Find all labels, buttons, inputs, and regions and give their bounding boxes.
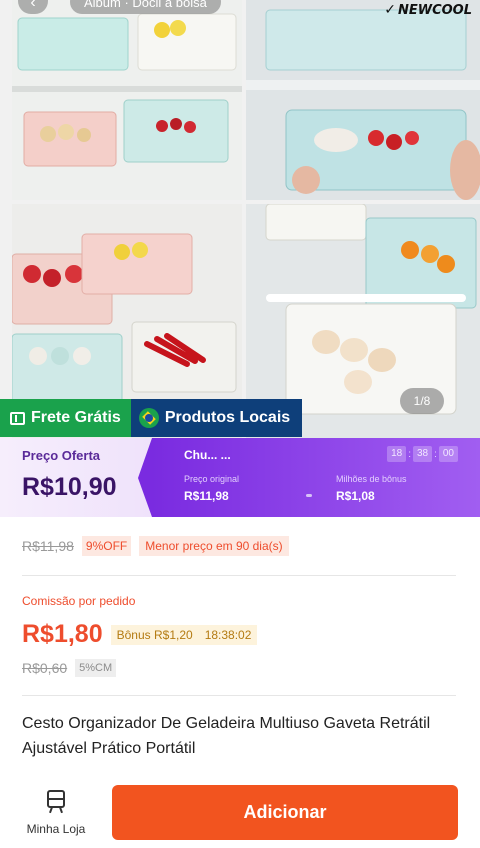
bonus-block: Milhões de bônus R$1,08 xyxy=(336,474,458,503)
bonus-caption: Milhões de bônus xyxy=(336,474,407,484)
discount-tag: 9%OFF xyxy=(81,536,132,556)
product-image-gallery[interactable]: ‹ Álbum · Dócil à bolsa ✓ NEWCOOL 1/8 xyxy=(0,0,480,438)
local-products-badge: Produtos Locais xyxy=(130,399,303,437)
original-price-value: R$11,98 xyxy=(184,489,229,503)
offer-price-label: Preço Oferta xyxy=(22,448,101,463)
offer-price: R$10,90 xyxy=(22,473,117,501)
free-shipping-label: Frete Grátis xyxy=(31,409,121,426)
product-photo-2 xyxy=(246,0,480,200)
divider xyxy=(22,695,456,696)
album-pill[interactable]: Álbum · Dócil à bolsa xyxy=(70,0,221,14)
brazil-flag-icon xyxy=(138,408,159,428)
image-counter: 1/8 xyxy=(400,388,444,414)
my-store-label: Minha Loja xyxy=(26,822,86,836)
commission-bonus-tag: Bônus R$1,20 18:38:02 xyxy=(110,624,258,645)
campaign-panel: Chu... ... 18: 38: 00 Preço original R$1… xyxy=(138,438,480,517)
store-icon xyxy=(45,790,67,814)
campaign-timer: 18: 38: 00 xyxy=(387,446,458,462)
timer-hours: 18 xyxy=(387,446,407,462)
commission-row: R$1,80 Bônus R$1,20 18:38:02 xyxy=(22,620,258,649)
commission-old-value: R$0,60 xyxy=(22,660,68,676)
local-products-label: Produtos Locais xyxy=(164,409,291,426)
brand-logo: ✓ NEWCOOL xyxy=(384,0,472,20)
price-info-row: R$11,98 9%OFF Menor preço em 90 dia(s) xyxy=(22,536,289,556)
commission-value: R$1,80 xyxy=(22,620,103,648)
lowest-price-tag: Menor preço em 90 dia(s) xyxy=(139,536,289,556)
product-title: Cesto Organizador De Geladeira Multiuso … xyxy=(22,715,431,757)
old-price: R$11,98 xyxy=(22,538,74,554)
commission-label: Comissão por pedido xyxy=(22,594,136,608)
product-badges: Frete Grátis Produtos Locais xyxy=(0,399,303,437)
original-price-block: Preço original R$11,98 xyxy=(184,474,306,503)
commission-old-row: R$0,60 5%CM xyxy=(22,659,117,677)
minus-separator-icon xyxy=(306,494,312,497)
my-store-button[interactable]: Minha Loja xyxy=(18,788,94,842)
commission-bonus: Bônus R$1,20 xyxy=(116,627,193,642)
original-price-caption: Preço original xyxy=(184,474,240,484)
bonus-value: R$1,08 xyxy=(336,489,375,503)
add-button[interactable]: Adicionar xyxy=(112,785,458,840)
offer-price-panel: Preço Oferta R$10,90 xyxy=(0,438,152,517)
brand-logo-text: NEWCOOL xyxy=(397,2,472,18)
divider xyxy=(22,575,456,576)
commission-bonus-timer: 18:38:02 xyxy=(204,627,252,642)
free-shipping-badge: Frete Grátis xyxy=(0,399,131,437)
product-photo-1 xyxy=(12,0,242,200)
timer-minutes: 38 xyxy=(412,446,433,462)
free-shipping-icon xyxy=(10,411,25,425)
brand-swoosh-icon: ✓ xyxy=(384,2,396,18)
timer-seconds: 00 xyxy=(438,446,458,462)
offer-banner: Preço Oferta R$10,90 Chu... ... 18: 38: … xyxy=(0,438,480,517)
commission-rate-tag: 5%CM xyxy=(75,659,117,677)
